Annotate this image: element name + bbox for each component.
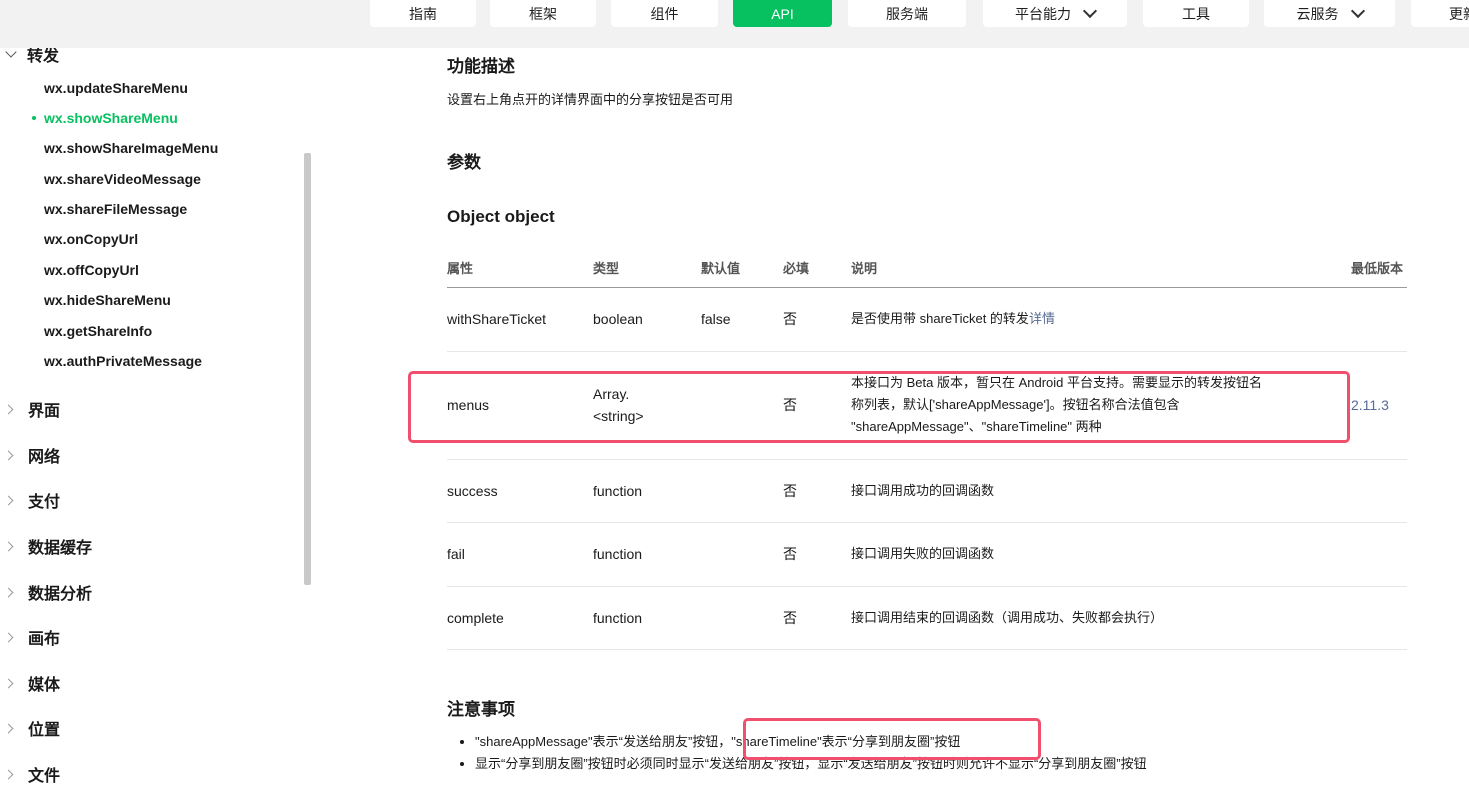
cell-type: function: [593, 483, 643, 499]
sidebar-section-storage[interactable]: 数据缓存: [0, 534, 92, 558]
chevron-down-icon: [1082, 3, 1098, 18]
object-title: Object object: [447, 207, 555, 226]
table-header-divider: [447, 287, 1407, 288]
cell-desc: 接口调用失败的回调函数: [851, 546, 995, 561]
cell-desc: 接口调用结束的回调函数（调用成功、失败都会执行）: [851, 610, 1164, 625]
active-dot-icon: [32, 116, 36, 120]
sidebar-section-analytics[interactable]: 数据分析: [0, 580, 92, 604]
cell-default: false: [701, 311, 731, 327]
cell-desc: 接口调用成功的回调函数: [851, 483, 995, 498]
col-header-required: 必填: [783, 261, 810, 276]
chevron-right-icon: [3, 404, 14, 414]
chevron-down-icon: [1350, 3, 1365, 18]
row-divider: [447, 522, 1407, 523]
nav-tab-guide[interactable]: 指南: [370, 0, 476, 27]
params-title: 参数: [447, 153, 481, 172]
col-header-name: 属性: [447, 261, 474, 276]
col-header-version: 最低版本: [1351, 261, 1404, 276]
cell-version[interactable]: 2.11.3: [1351, 394, 1389, 416]
cell-required: 否: [783, 311, 797, 327]
sidebar-item-get-share-info[interactable]: wx.getShareInfo: [44, 321, 152, 341]
cell-name: success: [447, 483, 498, 499]
sidebar-item-show-share-menu[interactable]: wx.showShareMenu: [32, 108, 178, 128]
chevron-right-icon: [3, 495, 14, 505]
notes-title: 注意事项: [447, 700, 515, 719]
func-desc-title: 功能描述: [447, 57, 515, 76]
sidebar-item-auth-private-message[interactable]: wx.authPrivateMessage: [44, 351, 202, 371]
col-header-desc: 说明: [851, 261, 878, 276]
chevron-right-icon: [3, 541, 14, 551]
nav-tab-platform[interactable]: 平台能力: [983, 0, 1127, 27]
nav-tab-api[interactable]: API: [733, 0, 832, 27]
chevron-right-icon: [3, 632, 14, 642]
col-header-type: 类型: [593, 261, 620, 276]
func-desc-text: 设置右上角点开的详情界面中的分享按钮是否可用: [447, 92, 734, 107]
cell-name: fail: [447, 546, 465, 562]
cell-required: 否: [783, 546, 797, 562]
cell-desc: 是否使用带 shareTicket 的转发详情: [851, 311, 1055, 326]
highlight-box-share-timeline: [743, 718, 1041, 760]
sidebar-item-show-share-image-menu[interactable]: wx.showShareImageMenu: [44, 138, 218, 158]
sidebar-section-interface[interactable]: 界面: [0, 397, 60, 421]
sidebar-item-update-share-menu[interactable]: wx.updateShareMenu: [44, 78, 188, 98]
sidebar-section-location[interactable]: 位置: [0, 716, 60, 740]
chevron-down-icon: [5, 48, 17, 58]
cell-type: boolean: [593, 311, 643, 327]
sidebar-section-file[interactable]: 文件: [0, 762, 60, 786]
cell-type: function: [593, 546, 643, 562]
nav-tab-cloud[interactable]: 云服务: [1264, 0, 1395, 27]
row-divider: [447, 351, 1407, 352]
cell-name: complete: [447, 610, 504, 626]
nav-tab-tools[interactable]: 工具: [1143, 0, 1249, 27]
row-divider: [447, 649, 1407, 650]
cell-required: 否: [783, 483, 797, 499]
cell-required: 否: [783, 610, 797, 626]
sidebar: 转发 wx.updateShareMenu wx.showShareMenu w…: [0, 48, 312, 795]
nav-tab-server[interactable]: 服务端: [848, 0, 966, 27]
row-divider: [447, 586, 1407, 587]
sidebar-section-media[interactable]: 媒体: [0, 671, 60, 695]
nav-tab-updates[interactable]: 更新: [1411, 0, 1469, 27]
sidebar-section-share[interactable]: 转发: [0, 48, 59, 66]
nav-tab-components[interactable]: 组件: [611, 0, 718, 27]
sidebar-item-off-copy-url[interactable]: wx.offCopyUrl: [44, 260, 139, 280]
sidebar-section-payment[interactable]: 支付: [0, 488, 60, 512]
chevron-right-icon: [3, 587, 14, 597]
cell-name: withShareTicket: [447, 311, 547, 327]
cell-type: function: [593, 610, 643, 626]
sidebar-item-on-copy-url[interactable]: wx.onCopyUrl: [44, 229, 138, 249]
chevron-right-icon: [3, 769, 14, 779]
sidebar-item-share-video-message[interactable]: wx.shareVideoMessage: [44, 169, 201, 189]
sidebar-item-hide-share-menu[interactable]: wx.hideShareMenu: [44, 290, 171, 310]
top-nav: 指南 框架 组件 API 服务端 平台能力 工具 云服务 更新: [0, 0, 1469, 48]
nav-tab-framework[interactable]: 框架: [490, 0, 596, 27]
sidebar-section-network[interactable]: 网络: [0, 443, 60, 467]
chevron-right-icon: [3, 450, 14, 460]
sidebar-scrollbar[interactable]: [304, 153, 311, 585]
chevron-right-icon: [3, 678, 14, 688]
chevron-right-icon: [3, 723, 14, 733]
highlight-box-menus-row: [408, 371, 1350, 443]
sidebar-item-share-file-message[interactable]: wx.shareFileMessage: [44, 199, 187, 219]
row-divider: [447, 459, 1407, 460]
sidebar-section-canvas[interactable]: 画布: [0, 625, 60, 649]
details-link[interactable]: 详情: [1029, 311, 1055, 326]
col-header-default: 默认值: [701, 261, 741, 276]
